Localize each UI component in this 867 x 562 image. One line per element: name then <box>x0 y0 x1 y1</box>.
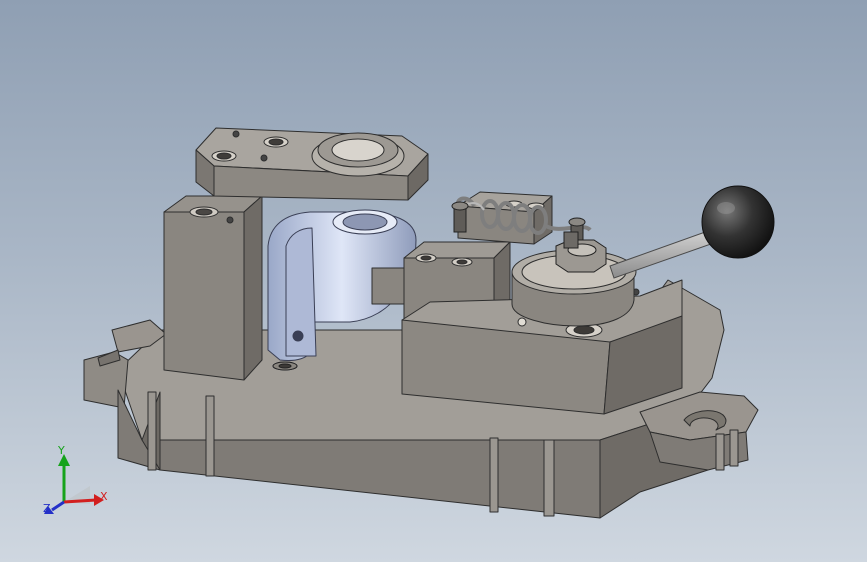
x-axis-arrow <box>63 498 97 504</box>
lever-handle[interactable] <box>609 185 775 279</box>
z-axis-label: Z <box>43 502 51 515</box>
top-clamp-arm[interactable] <box>195 127 429 201</box>
coordinate-triad: X Y Z <box>38 442 118 522</box>
z-axis-arrow <box>51 500 65 512</box>
spring-guide-plate[interactable] <box>457 191 553 245</box>
x-axis-label: X <box>100 490 108 503</box>
fixture-assembly-model[interactable] <box>0 0 867 562</box>
left-support-block[interactable] <box>163 195 263 381</box>
base-screw[interactable] <box>272 361 298 371</box>
y-axis-label: Y <box>58 444 65 457</box>
graphics-viewport[interactable]: X Y Z <box>0 0 867 562</box>
